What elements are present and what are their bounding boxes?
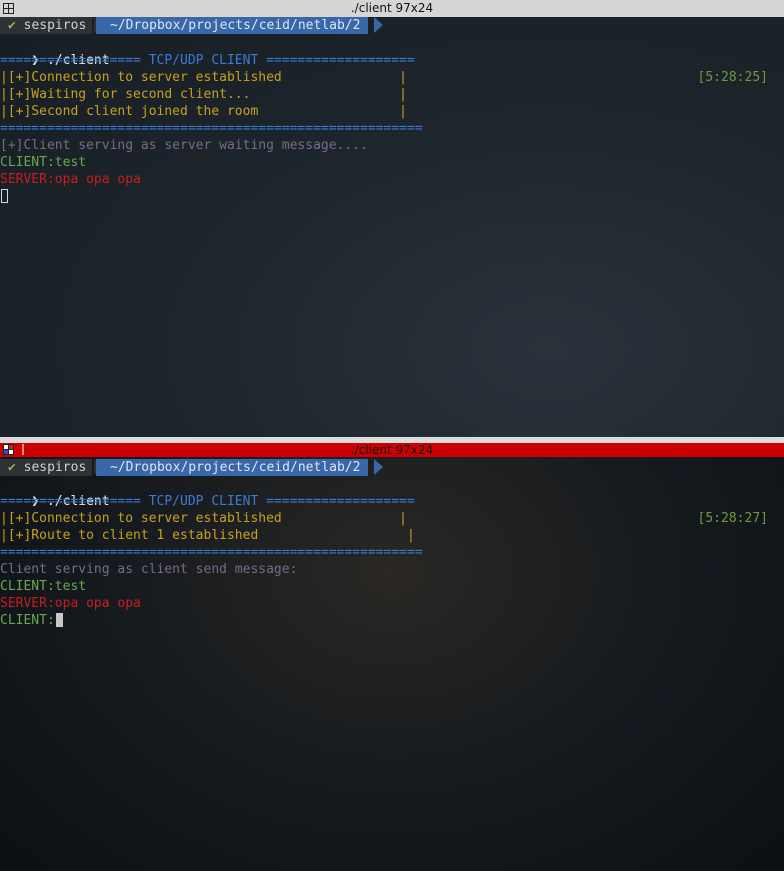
prompt-path: ~/Dropbox/projects/ceid/netlab/2 [96,17,369,34]
header-rule: ================== TCP/UDP CLIENT ======… [0,53,415,68]
terminal-cursor [56,613,63,627]
title-bar: ./client 97x24 [0,0,784,17]
title-separator [22,444,24,455]
server-message: SERVER:opa opa opa [0,596,141,611]
shell-prompt: ✔ sespiros ~/Dropbox/projects/ceid/netla… [0,459,784,476]
status-line: Client serving as client send message: [0,562,298,577]
layout-icon[interactable] [3,444,14,455]
prompt-end-icon [374,459,383,475]
check-icon: ✔ [8,460,16,475]
check-icon: ✔ [8,18,16,33]
client-message: CLIENT:test [0,579,87,594]
box-line: |[+]Second client joined the room | [0,104,407,119]
client-input-prompt[interactable]: CLIENT: [0,612,55,629]
window-title: ./client 97x24 [350,1,434,15]
prompt-end-icon [374,17,383,33]
layout-icon[interactable] [3,3,14,14]
client-input-label: CLIENT: [0,613,55,628]
terminal-cursor [1,189,8,203]
shell-prompt: ✔ sespiros ~/Dropbox/projects/ceid/netla… [0,17,784,34]
prompt-path: ~/Dropbox/projects/ceid/netlab/2 [96,459,369,476]
footer-rule: ========================================… [0,121,423,136]
command-line: ❯ ./client [5:28:27] [0,476,784,526]
box-line: |[+]Route to client 1 established | [0,528,415,543]
server-message: SERVER:opa opa opa [0,172,141,187]
terminal-pane-top[interactable]: ./client 97x24 ✔ sespiros ~/Dropbox/proj… [0,0,784,437]
prompt-user-segment: ✔ sespiros [0,17,93,34]
box-line: |[+]Connection to server established | [0,511,407,526]
client-message: CLIENT:test [0,155,87,170]
timestamp: [5:28:27] [697,511,768,526]
footer-rule: ========================================… [0,545,423,560]
status-line: [+]Client serving as server waiting mess… [0,138,368,153]
command-line: ❯ ./client [5:28:25] [0,35,784,85]
box-line: |[+]Waiting for second client... | [0,87,407,102]
timestamp: [5:28:25] [697,70,768,85]
title-bar: ./client 97x24 [0,443,784,457]
window-title: ./client 97x24 [350,443,434,457]
prompt-user-segment: ✔ sespiros [0,459,93,476]
header-rule: ================== TCP/UDP CLIENT ======… [0,494,415,509]
terminal-pane-bottom[interactable]: ./client 97x24 ✔ sespiros ~/Dropbox/proj… [0,443,784,871]
box-line: |[+]Connection to server established | [0,70,407,85]
